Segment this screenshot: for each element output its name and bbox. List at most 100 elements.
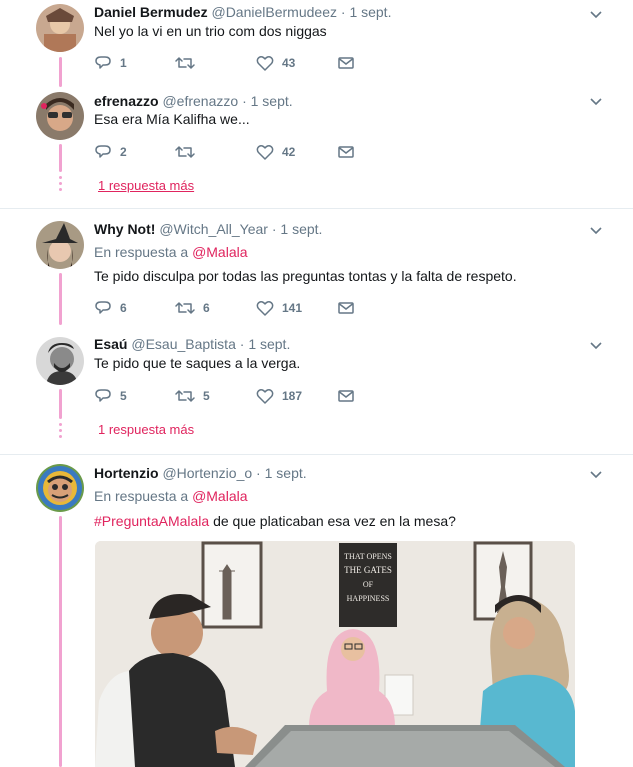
tweet-header: efrenazzo @efrenazzo · 1 sept. (94, 93, 293, 109)
tweet-date[interactable]: 1 sept. (251, 93, 293, 109)
user-name[interactable]: Daniel Bermudez (94, 4, 208, 20)
tweet-text: Nel yo la vi en un trio com dos niggas (94, 23, 327, 39)
tweet-actions: 5 5 187 (94, 387, 364, 407)
thread-line (59, 144, 62, 172)
reply-count: 6 (120, 301, 127, 315)
tweet-date[interactable]: 1 sept. (265, 465, 307, 481)
message-button[interactable] (337, 299, 355, 317)
reply-button[interactable]: 6 (94, 299, 127, 317)
like-icon (256, 300, 274, 316)
thread-line (59, 516, 62, 767)
message-icon (338, 146, 354, 158)
like-icon (256, 144, 274, 160)
avatar[interactable] (36, 337, 84, 385)
sign-line-4: HAPPINESS (347, 594, 390, 603)
user-handle[interactable]: @efrenazzo (162, 93, 238, 109)
like-button[interactable]: 187 (256, 387, 302, 405)
message-icon (338, 390, 354, 402)
retweet-button[interactable] (175, 54, 203, 72)
sign-line-2: THE GATES (344, 565, 392, 575)
chevron-down-icon[interactable] (589, 224, 603, 238)
reply-button[interactable]: 5 (94, 387, 127, 405)
tweet-text: Te pido disculpa por todas las preguntas… (94, 268, 517, 284)
user-name[interactable]: efrenazzo (94, 93, 159, 109)
tweet-header: Daniel Bermudez @DanielBermudeez · 1 sep… (94, 4, 391, 20)
chevron-down-icon[interactable] (589, 95, 603, 109)
tweet-text: Te pido que te saques a la verga. (94, 355, 301, 371)
user-name[interactable]: Hortenzio (94, 465, 159, 481)
message-button[interactable] (337, 387, 355, 405)
like-icon (256, 388, 274, 404)
tweet-header: Esaú @Esau_Baptista · 1 sept. (94, 336, 290, 352)
tweet-date[interactable]: 1 sept. (248, 336, 290, 352)
user-name[interactable]: Why Not! (94, 221, 155, 237)
reply-context: En respuesta a @Malala (94, 488, 248, 504)
reply-button[interactable]: 1 (94, 54, 127, 72)
message-button[interactable] (337, 143, 355, 161)
show-more-replies-link[interactable]: 1 respuesta más (98, 178, 194, 193)
retweet-icon (175, 302, 195, 314)
show-more-replies-link[interactable]: 1 respuesta más (98, 422, 194, 437)
like-button[interactable]: 141 (256, 299, 302, 317)
thread-line (59, 57, 62, 87)
reply-context: En respuesta a @Malala (94, 244, 248, 260)
hashtag-link[interactable]: #PreguntaAMalala (94, 513, 209, 529)
retweet-icon (175, 390, 195, 402)
retweet-button[interactable]: 6 (175, 299, 210, 317)
user-name[interactable]: Esaú (94, 336, 127, 352)
avatar[interactable] (36, 221, 84, 269)
user-handle[interactable]: @Hortenzio_o (162, 465, 252, 481)
reply-icon (95, 145, 111, 158)
message-icon (338, 57, 354, 69)
reply-target-link[interactable]: @Malala (192, 244, 247, 260)
retweet-icon (175, 146, 195, 158)
thread-line (59, 389, 62, 419)
tweet-media-image[interactable]: THAT OPENS THE GATES OF HAPPINESS (95, 541, 575, 767)
tweet-efrenazzo[interactable]: efrenazzo @efrenazzo · 1 sept. Esa era M… (0, 90, 633, 208)
avatar[interactable] (36, 4, 84, 52)
like-count: 43 (282, 56, 296, 70)
tweet-date[interactable]: 1 sept. (280, 221, 322, 237)
sign-line-1: THAT OPENS (344, 552, 392, 561)
thread-line (59, 273, 62, 325)
reply-prefix: En respuesta a (94, 488, 189, 504)
tweet-actions: 6 6 141 (94, 299, 364, 319)
chevron-down-icon[interactable] (589, 339, 603, 353)
retweet-count: 6 (203, 301, 210, 315)
like-count: 141 (282, 301, 303, 315)
thread-dots (59, 423, 62, 441)
separator-dot: · (242, 93, 247, 109)
tweet-daniel-bermudez[interactable]: Daniel Bermudez @DanielBermudeez · 1 sep… (0, 0, 633, 90)
tweet-date[interactable]: 1 sept. (349, 4, 391, 20)
like-button[interactable]: 42 (256, 143, 295, 161)
avatar[interactable] (36, 464, 84, 512)
like-button[interactable]: 43 (256, 54, 295, 72)
separator-dot: · (271, 221, 277, 237)
reply-count: 5 (120, 389, 127, 403)
like-icon (256, 55, 274, 71)
separator-dot: · (256, 465, 261, 481)
reply-button[interactable]: 2 (94, 143, 127, 161)
tweet-why-not[interactable]: Why Not! @Witch_All_Year · 1 sept. En re… (0, 209, 633, 327)
sign-line-3: OF (363, 580, 374, 589)
user-handle[interactable]: @DanielBermudeez (211, 4, 337, 20)
retweet-button[interactable] (175, 143, 203, 161)
chevron-down-icon[interactable] (589, 468, 603, 482)
user-handle[interactable]: @Witch_All_Year (159, 221, 268, 237)
avatar[interactable] (36, 92, 84, 140)
user-handle[interactable]: @Esau_Baptista (131, 336, 236, 352)
reply-icon (95, 301, 111, 314)
retweet-icon (175, 57, 195, 69)
tweet-text: #PreguntaAMalala de que platicaban esa v… (94, 513, 456, 529)
retweet-count: 5 (203, 389, 210, 403)
retweet-button[interactable]: 5 (175, 387, 210, 405)
tweet-body: de que platicaban esa vez en la mesa? (209, 513, 456, 529)
tweet-esau[interactable]: Esaú @Esau_Baptista · 1 sept. Te pido qu… (0, 327, 633, 454)
reply-target-link[interactable]: @Malala (192, 488, 247, 504)
message-button[interactable] (337, 54, 355, 72)
tweet-header: Hortenzio @Hortenzio_o · 1 sept. (94, 465, 307, 481)
thread-dots (59, 176, 62, 194)
like-count: 42 (282, 145, 296, 159)
chevron-down-icon[interactable] (589, 8, 603, 22)
reply-prefix: En respuesta a (94, 244, 189, 260)
